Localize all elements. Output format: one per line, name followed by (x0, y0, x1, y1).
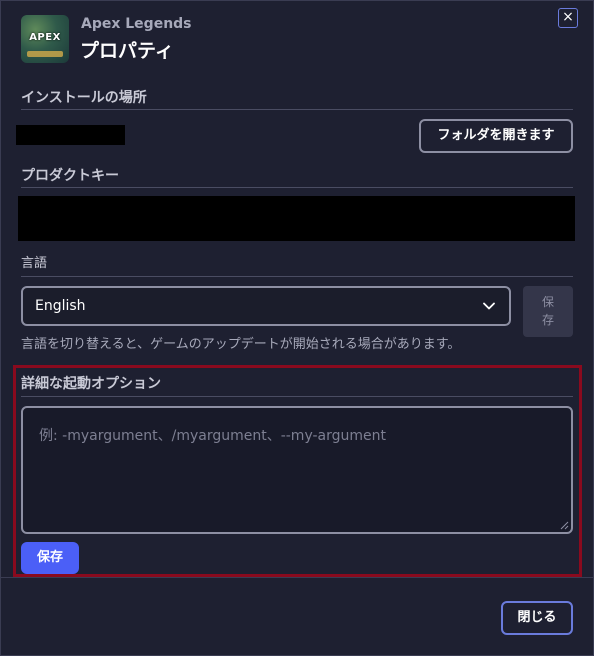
icon-accent (27, 51, 63, 57)
install-divider (21, 109, 573, 110)
apex-logo-text: APEX (29, 32, 61, 43)
launch-options-divider (21, 396, 573, 397)
product-key-redacted (18, 196, 575, 241)
game-icon: APEX (21, 15, 69, 63)
launch-options-input[interactable]: 例: -myargument、/myargument、--my-argument (21, 406, 573, 534)
dialog-title: プロパティ (80, 40, 174, 62)
language-select[interactable]: English (21, 286, 511, 326)
product-key-label: プロダクトキー (21, 168, 119, 184)
install-path-redacted (16, 125, 125, 145)
launch-options-placeholder: 例: -myargument、/myargument、--my-argument (39, 428, 386, 444)
language-label: 言語 (21, 256, 48, 271)
language-save-label: 保存 (541, 295, 554, 327)
language-selected-value: English (35, 298, 86, 314)
chevron-down-icon (483, 302, 495, 310)
language-divider (21, 276, 573, 277)
product-key-divider (21, 187, 573, 188)
language-hint: 言語を切り替えると、ゲームのアップデートが開始される場合があります。 (21, 337, 461, 352)
footer-divider (0, 577, 594, 578)
launch-options-label: 詳細な起動オプション (21, 376, 161, 392)
launch-options-save-button[interactable]: 保存 (21, 542, 79, 574)
close-icon[interactable]: × (558, 8, 578, 28)
close-button[interactable]: 閉じる (501, 601, 573, 635)
language-save-button[interactable]: 保存 (523, 286, 573, 337)
install-location-label: インストールの場所 (21, 90, 147, 106)
open-folder-button[interactable]: フォルダを開きます (419, 119, 573, 153)
app-name: Apex Legends (81, 16, 192, 32)
resize-grip-icon[interactable] (560, 521, 569, 530)
